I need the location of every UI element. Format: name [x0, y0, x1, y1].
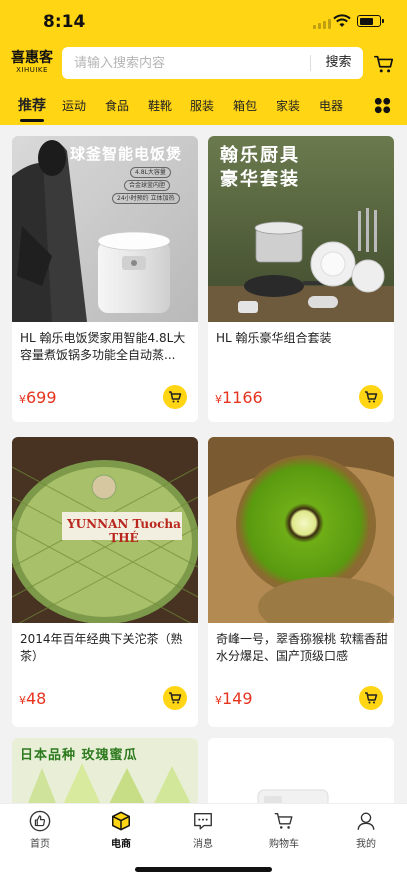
- header: 8:14 喜惠客 XIHUIKE 搜索 推荐 运动 食品 鞋靴 服装 箱包 家装…: [0, 0, 407, 125]
- product-price: ¥149: [215, 689, 253, 708]
- product-card[interactable]: YUNNAN Tuocha THÉ 2014年百年经典下关沱茶（熟茶） ¥48: [12, 437, 198, 727]
- product-image: [208, 437, 394, 623]
- nav-label: 购物车: [269, 839, 299, 850]
- brand-name-zh: 喜惠客: [11, 50, 53, 66]
- category-grid-icon[interactable]: [374, 97, 391, 114]
- product-banner-text: 日本品种 玫瑰蜜瓜: [20, 748, 138, 763]
- battery-icon: [357, 15, 384, 27]
- tab-shoes[interactable]: 鞋靴: [148, 97, 172, 114]
- product-name: 2014年百年经典下关沱茶（熟茶）: [20, 632, 183, 663]
- tab-sports[interactable]: 运动: [62, 97, 86, 114]
- product-name: HL 翰乐豪华组合套装: [216, 331, 332, 345]
- nav-label: 首页: [30, 839, 50, 850]
- currency-symbol: ¥: [19, 694, 26, 707]
- cart-icon: [169, 692, 182, 704]
- search-divider: [310, 55, 311, 71]
- nav-label: 我的: [356, 839, 376, 850]
- currency-symbol: ¥: [215, 694, 222, 707]
- search-button[interactable]: 搜索: [314, 47, 363, 79]
- product-card[interactable]: 球釜智能电饭煲 4.8L大容量 合金球釜内胆 24小时预约 立体加热 HL 翰乐…: [12, 136, 198, 422]
- product-image: YUNNAN Tuocha THÉ: [12, 437, 198, 623]
- product-name: HL 翰乐电饭煲家用智能4.8L大容量煮饭锅多功能全自动蒸...: [20, 331, 186, 362]
- tab-appliances[interactable]: 电器: [319, 97, 343, 114]
- category-tabs: 推荐 运动 食品 鞋靴 服装 箱包 家装 电器: [0, 92, 407, 122]
- cellular-signal-icon: [313, 19, 331, 29]
- currency-symbol: ¥: [215, 393, 222, 406]
- price-value: 48: [26, 689, 47, 708]
- product-card[interactable]: 翰乐厨具 豪华套装 HL 翰乐豪华组合套装 ¥1166: [208, 136, 394, 422]
- product-image: 球釜智能电饭煲 4.8L大容量 合金球釜内胆 24小时预约 立体加热: [12, 136, 198, 322]
- cart-icon: [274, 812, 293, 829]
- add-to-cart-button[interactable]: [163, 385, 187, 409]
- product-banner-text: 球釜智能电饭煲: [70, 145, 183, 163]
- nav-ecommerce[interactable]: 电商: [91, 810, 151, 850]
- active-tab-indicator: [20, 119, 44, 122]
- nav-label: 电商: [111, 839, 131, 850]
- product-price: ¥1166: [215, 388, 263, 407]
- tab-recommend[interactable]: 推荐: [18, 95, 46, 115]
- cart-icon: [365, 391, 378, 403]
- home-indicator: [135, 867, 272, 872]
- nav-label: 消息: [193, 839, 213, 850]
- product-banner-text: YUNNAN Tuocha THÉ: [67, 517, 181, 545]
- nav-profile[interactable]: 我的: [336, 810, 396, 850]
- nav-cart[interactable]: 购物车: [254, 810, 314, 850]
- product-price: ¥48: [19, 689, 46, 708]
- price-value: 1166: [222, 388, 263, 407]
- search-input[interactable]: [74, 53, 306, 73]
- price-value: 149: [222, 689, 253, 708]
- brand-name-en: XIHUIKE: [16, 66, 48, 74]
- message-icon: [194, 812, 212, 830]
- tab-food[interactable]: 食品: [105, 97, 129, 114]
- add-to-cart-button[interactable]: [359, 385, 383, 409]
- tab-bags[interactable]: 箱包: [233, 97, 257, 114]
- search-bar: 搜索: [62, 47, 363, 79]
- product-banner-text: 翰乐厨具 豪华套装: [220, 145, 300, 190]
- currency-symbol: ¥: [19, 393, 26, 406]
- status-bar: 8:14: [0, 0, 407, 44]
- brand-logo: 喜惠客 XIHUIKE: [10, 50, 54, 75]
- product-image: 翰乐厨具 豪华套装: [208, 136, 394, 322]
- add-to-cart-button[interactable]: [359, 686, 383, 710]
- shopping-cart-icon[interactable]: [373, 53, 395, 75]
- status-time: 8:14: [43, 12, 86, 32]
- product-price: ¥699: [19, 388, 57, 407]
- nav-home[interactable]: 首页: [10, 810, 70, 850]
- feature-tag: 4.8L大容量: [130, 167, 171, 178]
- product-card[interactable]: 奇峰一号，翠香猕猴桃 软糯香甜 水分爆足、国产顶级口感 ¥149: [208, 437, 394, 727]
- tab-home-decor[interactable]: 家装: [276, 97, 300, 114]
- add-to-cart-button[interactable]: [163, 686, 187, 710]
- feature-tag: 合金球釜内胆: [124, 180, 171, 191]
- wifi-icon: [333, 14, 351, 27]
- price-value: 699: [26, 388, 57, 407]
- tab-clothing[interactable]: 服装: [190, 97, 214, 114]
- box-icon: [112, 811, 130, 831]
- nav-messages[interactable]: 消息: [173, 810, 233, 850]
- user-icon: [357, 812, 375, 830]
- thumbs-up-icon: [29, 810, 51, 832]
- cart-icon: [365, 692, 378, 704]
- feature-tag: 24小时预约 立体加热: [112, 193, 180, 204]
- cart-icon: [169, 391, 182, 403]
- product-name: 奇峰一号，翠香猕猴桃 软糯香甜 水分爆足、国产顶级口感: [216, 632, 388, 663]
